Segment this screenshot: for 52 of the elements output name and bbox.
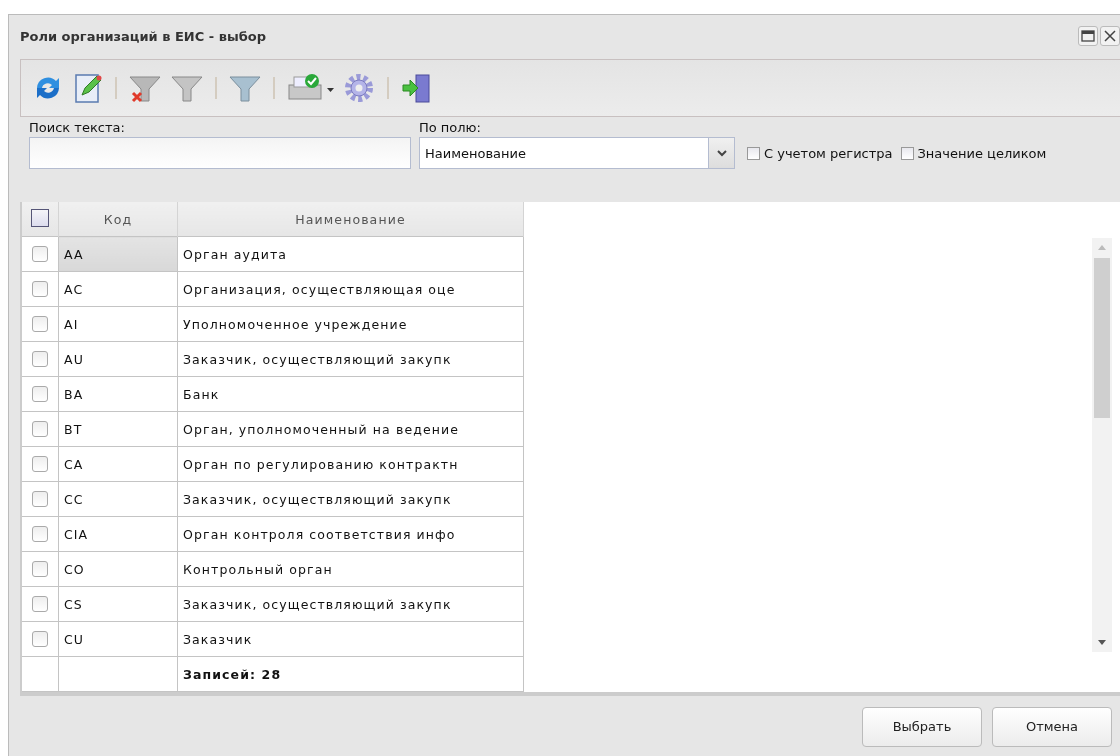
table-cell: Орган, уполномоченный на ведение bbox=[177, 411, 524, 447]
table-cell[interactable]: AU bbox=[58, 341, 178, 377]
column-header[interactable]: Код bbox=[58, 202, 178, 237]
row-checkbox[interactable] bbox=[32, 246, 48, 263]
table-cell: Банк bbox=[177, 376, 524, 412]
row-checkbox[interactable] bbox=[32, 526, 48, 543]
table-cell: Орган контроля соответствия инфо bbox=[177, 516, 524, 552]
table-cell: Орган аудита bbox=[177, 236, 524, 272]
dialog-button[interactable]: Отмена bbox=[992, 706, 1112, 747]
row-checkbox[interactable] bbox=[32, 561, 48, 578]
table-cell: Заказчик, осуществляющий закупк bbox=[177, 586, 524, 622]
table-cell: Орган по регулированию контрактн bbox=[177, 446, 524, 482]
record-count: Записей: 28 bbox=[177, 656, 524, 692]
maximize-button[interactable] bbox=[1078, 26, 1098, 46]
table-cell[interactable]: CC bbox=[58, 481, 178, 517]
table-cell: Организация, осуществляющая оце bbox=[177, 271, 524, 307]
table-cell[interactable]: AC bbox=[58, 271, 178, 307]
close-button[interactable] bbox=[1100, 26, 1120, 46]
table-cell[interactable]: CS bbox=[58, 586, 178, 622]
table-cell: Уполномоченное учреждение bbox=[177, 306, 524, 342]
dialog-button[interactable]: Выбрать bbox=[862, 706, 982, 747]
option-checkbox[interactable]: Значение целиком bbox=[900, 137, 1047, 169]
row-checkbox[interactable] bbox=[32, 596, 48, 613]
window-title: Роли организаций в ЕИС - выбор bbox=[20, 28, 267, 44]
caret-icon bbox=[716, 149, 727, 157]
table-cell[interactable]: CU bbox=[58, 621, 178, 657]
field-label: По полю: bbox=[419, 120, 482, 135]
row-checkbox[interactable] bbox=[32, 281, 48, 298]
table-cell: Контрольный орган bbox=[177, 551, 524, 587]
select-all-checkbox[interactable] bbox=[31, 209, 49, 227]
row-checkbox[interactable] bbox=[32, 421, 48, 438]
column-header[interactable]: Наименование bbox=[177, 202, 524, 237]
table-cell[interactable]: BT bbox=[58, 411, 178, 447]
row-checkbox[interactable] bbox=[32, 316, 48, 333]
table-cell[interactable]: CIA bbox=[58, 516, 178, 552]
table-cell[interactable]: CA bbox=[58, 446, 178, 482]
option-checkbox[interactable]: С учетом регистра bbox=[747, 137, 893, 169]
row-checkbox[interactable] bbox=[32, 386, 48, 403]
row-checkbox[interactable] bbox=[32, 456, 48, 473]
row-checkbox[interactable] bbox=[32, 351, 48, 368]
table-cell[interactable]: CO bbox=[58, 551, 178, 587]
table-cell[interactable]: AA bbox=[58, 236, 178, 272]
table-cell: Заказчик, осуществляющий закупк bbox=[177, 341, 524, 377]
search-field[interactable] bbox=[29, 137, 411, 169]
table-cell: Заказчик, осуществляющий закупк bbox=[177, 481, 524, 517]
search-label: Поиск текста: bbox=[29, 120, 126, 135]
table-cell[interactable]: BA bbox=[58, 376, 178, 412]
table-cell[interactable]: AI bbox=[58, 306, 178, 342]
table-cell: Заказчик bbox=[177, 621, 524, 657]
row-checkbox[interactable] bbox=[32, 491, 48, 508]
row-checkbox[interactable] bbox=[32, 631, 48, 648]
scrollbar[interactable] bbox=[1092, 238, 1112, 652]
